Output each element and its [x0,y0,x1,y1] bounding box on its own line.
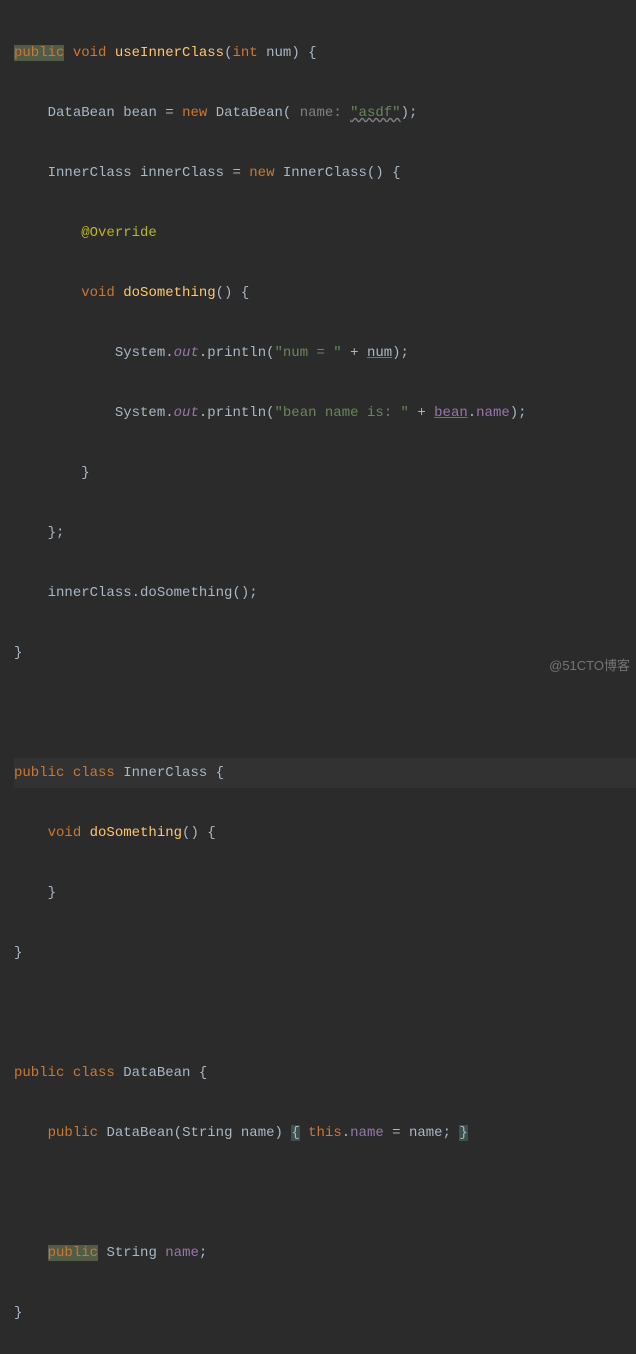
code-line: @Override [14,218,636,248]
keyword-public: public [48,1125,98,1141]
blank-line [14,698,636,728]
string-literal: "num = " [275,345,342,361]
brace-match: { [291,1125,299,1141]
code-line: } [14,878,636,908]
class-name: InnerClass [123,765,207,781]
keyword-public: public [14,1065,64,1081]
method-name: doSomething [90,825,182,841]
keyword-void: void [81,285,115,301]
code-line-highlighted: public class InnerClass { [14,758,636,788]
code-line: void doSomething() { [14,818,636,848]
var-name: innerClass [140,165,224,181]
code-line: public class DataBean { [14,1058,636,1088]
code-line: } [14,638,636,668]
punct: ) { [291,45,316,61]
ctor-call: InnerClass [283,165,367,181]
code-line: } [14,1298,636,1328]
field-ref: name [350,1125,384,1141]
method-call: println [207,345,266,361]
blank-line [14,1178,636,1208]
string-literal: "bean name is: " [275,405,409,421]
keyword-this: this [308,1125,342,1141]
brace: }; [48,525,65,541]
keyword-new: new [249,165,274,181]
code-line: }; [14,518,636,548]
class-ref: System [115,405,165,421]
field-out: out [174,345,199,361]
method-name: doSomething [123,285,215,301]
string-literal: "asdf" [350,105,400,121]
keyword-class: class [73,765,115,781]
param-ref: name [409,1125,443,1141]
code-line: void doSomething() { [14,278,636,308]
code-line: } [14,938,636,968]
class-ref: System [115,345,165,361]
keyword-new: new [182,105,207,121]
code-line: innerClass.doSomething(); [14,578,636,608]
brace: } [48,885,56,901]
param-name: name [241,1125,275,1141]
type-ref: String [182,1125,232,1141]
field-out: out [174,405,199,421]
ctor-call: DataBean [216,105,283,121]
keyword-int: int [232,45,257,61]
code-line: DataBean bean = new DataBean( name: "asd… [14,98,636,128]
brace: } [14,945,22,961]
closure-var-ref: bean [434,405,468,421]
ctor-name: DataBean [106,1125,173,1141]
method-name: useInnerClass [115,45,224,61]
type-ref: String [106,1245,156,1261]
class-name: DataBean [123,1065,190,1081]
var-ref: innerClass [48,585,132,601]
code-line: InnerClass innerClass = new InnerClass()… [14,158,636,188]
brace: } [81,465,89,481]
field-decl: name [165,1245,199,1261]
keyword-public: public [14,45,64,61]
field-ref: name [476,405,510,421]
brace-match: } [459,1125,467,1141]
keyword-void: void [48,825,82,841]
watermark-text: @51CTO博客 [549,659,630,673]
param-hint: name: [300,105,342,121]
keyword-public: public [14,765,64,781]
brace: } [14,645,22,661]
param-name: num [266,45,291,61]
keyword-void: void [73,45,107,61]
code-line: public String name; [14,1238,636,1268]
annotation-override: @Override [81,225,157,241]
code-line: System.out.println("bean name is: " + be… [14,398,636,428]
code-line: public DataBean(String name) { this.name… [14,1118,636,1148]
method-call: println [207,405,266,421]
code-editor[interactable]: public void useInnerClass(int num) { Dat… [0,0,636,1354]
keyword-public: public [48,1245,98,1261]
method-call: doSomething [140,585,232,601]
var-name: bean [123,105,157,121]
code-line: System.out.println("num = " + num); [14,338,636,368]
param-ref: num [367,345,392,361]
code-line: } [14,458,636,488]
type-ref: InnerClass [48,165,132,181]
code-line: public void useInnerClass(int num) { [14,38,636,68]
type-ref: DataBean [48,105,115,121]
brace: } [14,1305,22,1321]
blank-line [14,998,636,1028]
keyword-class: class [73,1065,115,1081]
